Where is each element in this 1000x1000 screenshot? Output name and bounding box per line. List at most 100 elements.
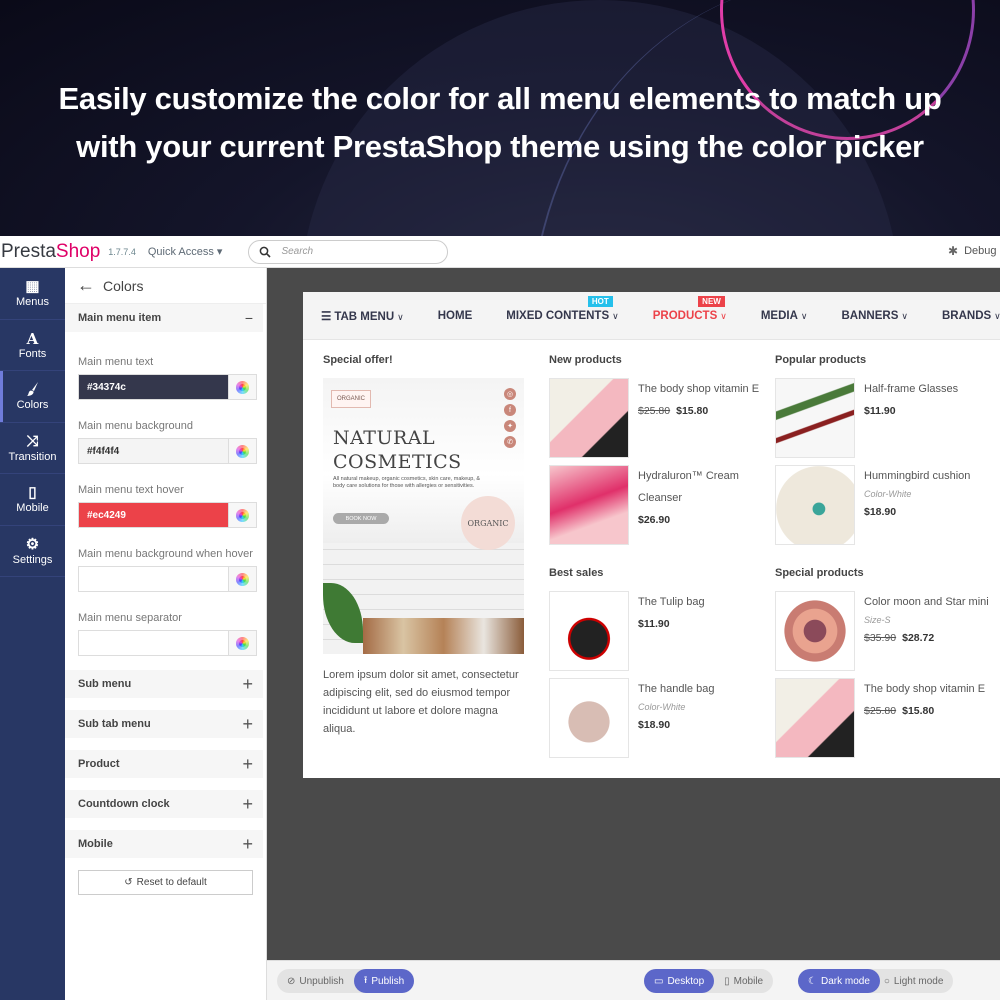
expand-icon[interactable]: + (242, 834, 253, 855)
expand-icon[interactable]: + (242, 754, 253, 775)
back-arrow-icon[interactable]: ← (77, 275, 95, 296)
menu-item-home[interactable]: HOME (438, 310, 473, 322)
rail-item-fonts[interactable]: A Fonts (0, 320, 65, 371)
light-mode-button[interactable]: ○ Light mode (880, 969, 954, 993)
current-price: $18.90 (638, 719, 671, 731)
color-field: #34374c (78, 374, 257, 400)
color-value-input[interactable]: #ec4249 (79, 503, 228, 527)
old-price: $25.80 (638, 405, 671, 417)
chevron-down-icon: ∨ (612, 310, 619, 321)
product-card[interactable]: The handle bag Color-White $18.90 (549, 678, 769, 758)
expand-icon[interactable]: + (242, 674, 253, 695)
desktop-button[interactable]: ▭ Desktop (644, 969, 715, 993)
natural-cosmetics-banner[interactable]: ORGANIC ◎ f ✦ ✆ NATURAL COSMETICS All nat… (323, 378, 524, 654)
product-card[interactable]: The body shop vitamin E $25.80 $15.80 (549, 378, 769, 458)
product-image[interactable] (549, 378, 629, 458)
debug-button[interactable]: ✱ Debug (948, 244, 996, 258)
quick-access-dropdown[interactable]: Quick Access ▾ (148, 245, 223, 258)
product-card[interactable]: Hydraluron™ Cream Cleanser $26.90 (549, 465, 769, 545)
color-picker-button[interactable] (228, 439, 256, 463)
section-mobile[interactable]: Mobile + (65, 830, 263, 858)
rail-item-colors[interactable]: Colors (0, 371, 65, 423)
color-field: #f4f4f4 (78, 438, 257, 464)
product-card[interactable]: Color moon and Star mini Size-S $35.90 $28.… (775, 591, 995, 671)
bottom-toolbar: ⊘ Unpublish ⭱ Publish ▭ Desktop ▯ Mobile ☾ Da… (267, 960, 1000, 1000)
color-picker-button[interactable] (228, 631, 256, 655)
product-image[interactable] (549, 678, 629, 758)
menu-item-tab-menu[interactable]: ☰ TAB MENU ∨ (321, 309, 404, 323)
menu-badge-hot: HOT (587, 295, 613, 307)
special-products-title: Special products (775, 567, 864, 579)
color-wheel-icon (236, 572, 249, 586)
dark-mode-button[interactable]: ☾ Dark mode (798, 969, 880, 993)
headline-line-2: with your current PrestaShop theme using… (76, 129, 924, 164)
section-main-menu-item[interactable]: Main menu item − (65, 304, 263, 332)
current-price: $15.80 (676, 405, 709, 417)
product-card[interactable]: Half-frame Glasses $11.90 (775, 378, 995, 458)
rail-item-mobile[interactable]: ▯ Mobile (0, 474, 65, 526)
color-value-input[interactable] (79, 567, 228, 591)
banner-description: All natural makeup, organic cosmetics, s… (333, 476, 481, 489)
special-offer-text: Lorem ipsum dolor sit amet, consectetur … (323, 669, 519, 735)
current-price: $26.90 (638, 514, 671, 526)
section-countdown-clock[interactable]: Countdown clock + (65, 790, 263, 818)
section-product[interactable]: Product + (65, 750, 263, 778)
color-wheel-icon (236, 508, 249, 522)
product-name[interactable]: Color moon and Star mini (864, 591, 994, 613)
product-image[interactable] (775, 678, 855, 758)
color-picker-button[interactable] (228, 375, 256, 399)
section-sub-tab-menu[interactable]: Sub tab menu + (65, 710, 263, 738)
product-attribute: Size-S (864, 615, 891, 625)
rail-item-settings[interactable]: ⚙ Settings (0, 526, 65, 577)
facebook-icon[interactable]: f (504, 404, 516, 416)
reset-to-default-button[interactable]: ↺ Reset to default (78, 870, 253, 895)
product-image[interactable] (775, 591, 855, 671)
book-now-button[interactable]: BOOK NOW (333, 513, 389, 524)
publish-button[interactable]: ⭱ Publish (353, 969, 415, 993)
menu-item-label: BANNERS (841, 309, 899, 322)
menu-item-brands[interactable]: BRANDS ∨ (942, 310, 1000, 322)
product-name[interactable]: Half-frame Glasses (864, 378, 994, 400)
expand-icon[interactable]: + (242, 794, 253, 815)
product-name[interactable]: The body shop vitamin E (638, 378, 768, 400)
product-image[interactable] (549, 591, 629, 671)
product-name[interactable]: Hummingbird cushion (864, 465, 994, 487)
color-value-input[interactable]: #f4f4f4 (79, 439, 228, 463)
product-image[interactable] (775, 465, 855, 545)
product-card[interactable]: The body shop vitamin E $25.80 $15.80 (775, 678, 995, 758)
color-wheel-icon (236, 444, 249, 458)
product-image[interactable] (549, 465, 629, 545)
color-picker-button[interactable] (228, 503, 256, 527)
product-name[interactable]: The handle bag (638, 678, 768, 700)
product-image[interactable] (775, 378, 855, 458)
panel-title: Colors (103, 277, 144, 294)
whatsapp-icon[interactable]: ✆ (504, 436, 516, 448)
menu-item-mixed-contents[interactable]: MIXED CONTENTS ∨ HOT (506, 295, 619, 322)
instagram-icon[interactable]: ◎ (504, 388, 516, 400)
menu-item-media[interactable]: MEDIA ∨ (761, 310, 808, 322)
color-value-input[interactable] (79, 631, 228, 655)
twitter-icon[interactable]: ✦ (504, 420, 516, 432)
publish-toggle: ⊘ Unpublish ⭱ Publish (277, 969, 415, 993)
product-card[interactable]: The Tulip bag $11.90 (549, 591, 769, 671)
section-sub-menu[interactable]: Sub menu + (65, 670, 263, 698)
rail-item-menus[interactable]: ▦ Menus (0, 268, 65, 320)
color-value-input[interactable]: #34374c (79, 375, 228, 399)
prestashop-logo[interactable]: PrestaShop (1, 241, 100, 263)
expand-icon[interactable]: + (242, 714, 253, 735)
mobile-button[interactable]: ▯ Mobile (714, 969, 773, 993)
search-input[interactable]: Search (248, 239, 449, 264)
unpublish-button[interactable]: ⊘ Unpublish (277, 969, 354, 993)
menu-item-products[interactable]: PRODUCTS ∨ NEW (653, 295, 727, 322)
menu-badge-new: NEW (698, 295, 725, 307)
menu-item-banners[interactable]: BANNERS ∨ (842, 310, 908, 322)
rail-item-transition[interactable]: ⤨ Transition (0, 423, 65, 474)
product-name[interactable]: Hydraluron™ Cream Cleanser (638, 465, 768, 509)
color-picker-button[interactable] (228, 567, 256, 591)
menu-item-label: MEDIA (760, 309, 798, 322)
product-card[interactable]: Hummingbird cushion Color-White $18.90 (775, 465, 995, 545)
menu-item-label: TAB MENU (334, 310, 395, 323)
product-name[interactable]: The body shop vitamin E (864, 678, 994, 700)
product-name[interactable]: The Tulip bag (638, 591, 768, 613)
collapse-icon[interactable]: − (245, 310, 253, 326)
